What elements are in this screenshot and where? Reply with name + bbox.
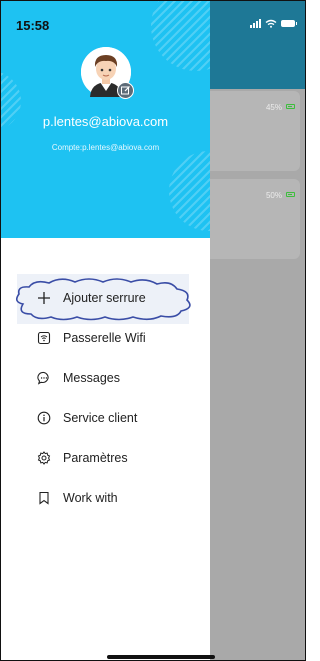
- device-battery-level: 50%: [265, 191, 282, 200]
- account-label: Compte:p.lentes@abiova.com: [51, 143, 160, 152]
- menu-item-customer-service[interactable]: Service client: [37, 406, 137, 430]
- menu-item-label: Ajouter serrure: [63, 291, 146, 305]
- battery-icon: [281, 20, 297, 27]
- menu-item-label: Paramètres: [63, 451, 128, 465]
- menu-item-label: Work with: [63, 491, 118, 505]
- wifi-icon: [265, 19, 277, 28]
- message-icon: [37, 371, 51, 385]
- menu-item-work-with[interactable]: Work with: [37, 486, 118, 510]
- plus-icon: [37, 291, 51, 305]
- wifi-gateway-icon: [37, 331, 51, 345]
- status-time: 15:58: [16, 18, 50, 33]
- bookmark-icon: [37, 491, 51, 505]
- device-battery-level: 45%: [265, 103, 282, 112]
- home-indicator[interactable]: [107, 655, 215, 659]
- menu-item-label: Service client: [63, 411, 138, 425]
- side-drawer: p.lentes@abiova.com Compte:p.lentes@abio…: [1, 1, 210, 660]
- device-card[interactable]: 50%: [210, 179, 300, 259]
- menu-item-settings[interactable]: Paramètres: [37, 446, 128, 470]
- menu-item-messages[interactable]: Messages: [37, 366, 120, 390]
- battery-icon: [286, 192, 295, 197]
- background-app-overlay[interactable]: 45% 50%: [210, 1, 305, 660]
- user-email: p.lentes@abiova.com: [42, 114, 169, 129]
- status-icons: [250, 19, 297, 28]
- menu-item-wifi-gateway[interactable]: Passerelle Wifi: [37, 326, 146, 350]
- gear-icon: [37, 451, 51, 465]
- device-card[interactable]: 45%: [210, 91, 300, 171]
- phone-screen: 45% 50% p.lentes@abiova.com Compte:p.len…: [0, 0, 306, 661]
- decoration-circle: [169, 151, 210, 231]
- info-icon: [37, 411, 51, 425]
- decoration-circle: [151, 1, 210, 71]
- edit-avatar-icon[interactable]: [117, 82, 134, 99]
- drawer-header: p.lentes@abiova.com Compte:p.lentes@abio…: [1, 1, 210, 238]
- signal-icon: [250, 19, 261, 28]
- menu-item-label: Passerelle Wifi: [63, 331, 146, 345]
- menu-item-add-lock[interactable]: Ajouter serrure: [37, 286, 146, 310]
- avatar[interactable]: [81, 47, 134, 99]
- background-app-header: [210, 1, 305, 89]
- battery-icon: [286, 104, 295, 109]
- menu-item-label: Messages: [63, 371, 120, 385]
